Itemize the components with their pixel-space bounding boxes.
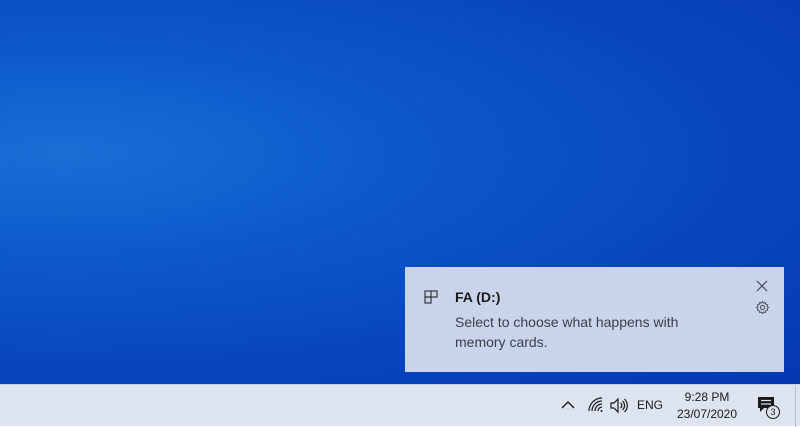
close-icon[interactable] — [755, 279, 769, 293]
toast-title: FA (D:) — [455, 289, 501, 305]
toast-body: Select to choose what happens with memor… — [455, 314, 679, 350]
chevron-up-icon[interactable] — [559, 397, 577, 413]
taskbar: ENG 9:28 PM 23/07/2020 3 — [0, 384, 800, 427]
speaker-icon[interactable] — [609, 397, 628, 414]
show-desktop-button[interactable] — [795, 385, 800, 427]
clock-time: 9:28 PM — [684, 390, 730, 404]
wifi-icon[interactable] — [587, 397, 605, 414]
action-center-button[interactable]: 3 — [754, 394, 782, 420]
clock-date: 23/07/2020 — [676, 407, 738, 421]
notification-count-badge: 3 — [766, 405, 780, 419]
clock[interactable]: 9:28 PM 23/07/2020 — [668, 389, 746, 423]
toast-notification[interactable]: FA (D:) Select to choose what happens wi… — [405, 267, 784, 372]
gear-icon[interactable] — [755, 300, 770, 315]
removable-drive-icon — [424, 290, 438, 304]
language-indicator[interactable]: ENG — [634, 398, 666, 412]
